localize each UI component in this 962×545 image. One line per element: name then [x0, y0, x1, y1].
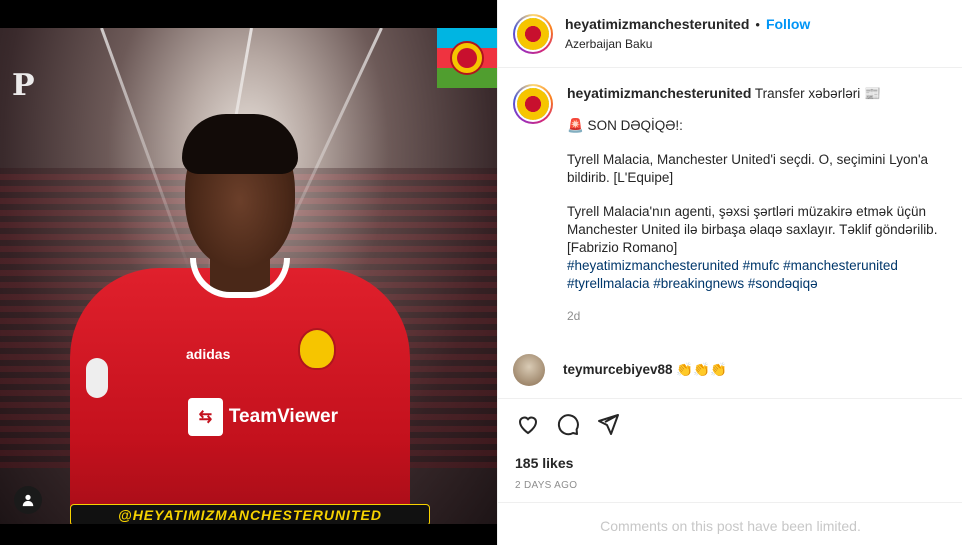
caption-paragraph: Tyrell Malacia, Manchester United'i seçd…	[567, 152, 932, 185]
club-crest-icon	[450, 41, 484, 75]
caption-headline: 🚨 SON DƏQİQƏ!:	[567, 118, 683, 133]
likes-count[interactable]: 185 likes	[515, 455, 573, 471]
sponsor-text: TeamViewer	[228, 406, 338, 427]
post-date: 2 DAYS AGO	[515, 480, 578, 491]
hashtag-list[interactable]: #heyatimizmanchesterunited #mufc #manche…	[567, 257, 953, 275]
avatar[interactable]	[513, 354, 545, 386]
caption-title: Transfer xəbərləri 📰	[754, 86, 881, 101]
post-header: heyatimizmanchesterunited • Follow Azerbai…	[498, 0, 962, 68]
hair	[182, 114, 298, 174]
username-link[interactable]: heyatimizmanchesterunited	[565, 16, 749, 32]
share-icon[interactable]	[596, 412, 622, 438]
brand-logo: P	[12, 68, 35, 103]
comment-row: teymurcebiyev88 👏👏👏	[513, 354, 727, 386]
post-image[interactable]: P adidas ⇆ TeamViewer @HEYATIMIZMANCHEST…	[0, 28, 497, 524]
comment-text: 👏👏👏	[676, 362, 727, 377]
sponsor-logo: ⇆ TeamViewer	[188, 396, 338, 438]
instagram-post-view: P adidas ⇆ TeamViewer @HEYATIMIZMANCHEST…	[0, 0, 962, 545]
top-bar	[0, 0, 497, 28]
adidas-logo: adidas	[186, 346, 231, 362]
heart-icon[interactable]	[516, 412, 542, 438]
avatar[interactable]	[513, 13, 553, 54]
bottom-bar	[0, 524, 497, 545]
caption-username[interactable]: heyatimizmanchesterunited	[567, 85, 751, 101]
user-tag-icon[interactable]	[14, 486, 42, 514]
caption: heyatimizmanchesterunited Transfer xəbər…	[513, 84, 953, 325]
location-link[interactable]: Azerbaijan Baku	[565, 37, 810, 51]
follow-button[interactable]: Follow	[766, 16, 810, 32]
avatar[interactable]	[513, 84, 553, 124]
caption-time: 2d	[567, 309, 581, 323]
player-figure: adidas ⇆ TeamViewer	[70, 114, 410, 524]
club-badge	[298, 328, 336, 370]
comments-limited-note: Comments on this post have been limited.	[600, 518, 861, 534]
sleeve-patch	[86, 358, 108, 398]
comment-username[interactable]: teymurcebiyev88	[563, 362, 673, 377]
divider	[498, 502, 962, 503]
divider	[498, 398, 962, 399]
post-details-panel: heyatimizmanchesterunited • Follow Azerbai…	[497, 0, 962, 545]
action-bar	[516, 412, 622, 438]
caption-paragraph: Tyrell Malacia'nın agenti, şəxsi şərtlər…	[567, 204, 942, 255]
hashtag-list[interactable]: #tyrellmalacia #breakingnews #sondəqiqə	[567, 275, 953, 293]
azerbaijan-flag-logo	[437, 28, 497, 88]
separator-dot: •	[755, 17, 760, 32]
teamviewer-icon: ⇆	[188, 398, 223, 436]
watermark-banner: @HEYATIMIZMANCHESTERUNITED	[70, 504, 430, 524]
comment-icon[interactable]	[556, 412, 582, 438]
